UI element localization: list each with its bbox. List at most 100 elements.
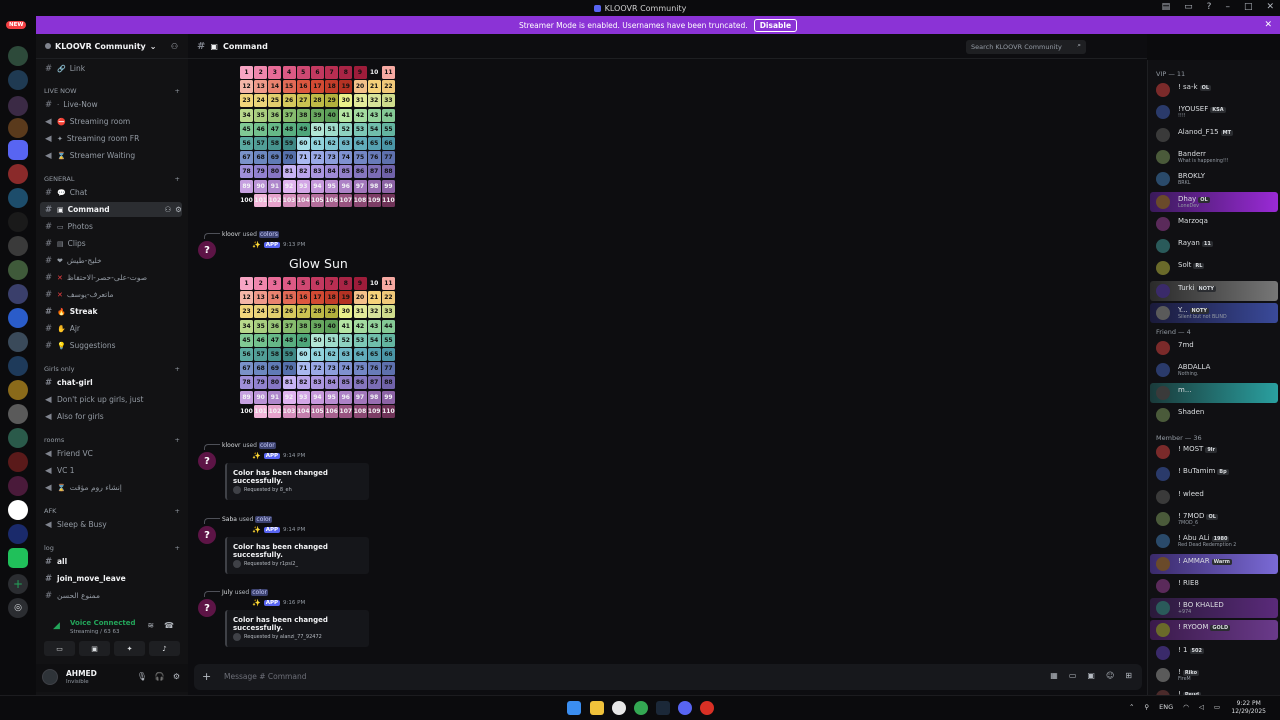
channel-chat[interactable]: # 💬 Chat xyxy=(40,185,182,200)
member-row[interactable]: ! Riko FireM xyxy=(1150,665,1278,685)
apps-icon[interactable]: ⊞ xyxy=(1125,671,1132,680)
avatar[interactable] xyxy=(1156,385,1170,400)
sticker-icon[interactable]: ▣ xyxy=(1087,671,1095,680)
screen-share-button[interactable]: ▣ xyxy=(79,641,110,656)
channel-clips[interactable]: # ▤ Clips xyxy=(40,236,182,251)
category-general[interactable]: GENERAL + xyxy=(44,175,180,183)
inbox-icon[interactable]: ▤ xyxy=(1162,2,1171,12)
channel-link[interactable]: # 🔗 Link xyxy=(40,61,182,76)
activities-button[interactable]: ✦ xyxy=(114,641,145,656)
avatar[interactable] xyxy=(1156,489,1170,504)
noise-suppression-icon[interactable]: ≋ xyxy=(147,621,154,630)
gift-icon[interactable]: ▦ xyxy=(1050,671,1058,680)
channel-streak[interactable]: # 🔥 Streak xyxy=(40,304,182,319)
add-channel-icon[interactable]: + xyxy=(175,365,180,373)
channel-vc1[interactable]: ◀ VC 1 xyxy=(40,463,182,478)
settings-gear-icon[interactable]: ⚙ xyxy=(175,205,182,214)
server-icon[interactable] xyxy=(8,164,28,184)
vip-member-row[interactable]: Banderr What is happening!!! xyxy=(1150,147,1278,167)
disable-streamer-mode-button[interactable]: Disable xyxy=(753,18,798,32)
channel-suggestions[interactable]: # 💡 Suggestions xyxy=(40,338,182,353)
avatar[interactable] xyxy=(1156,83,1170,97)
avatar[interactable] xyxy=(1156,216,1170,231)
member-row[interactable]: ! wleed xyxy=(1150,487,1278,507)
voice-channel-label[interactable]: Streaming / 63 63 xyxy=(70,629,120,635)
maximize-icon[interactable]: □ xyxy=(1244,2,1253,12)
banner-close-icon[interactable]: ✕ xyxy=(1264,20,1272,30)
channel-arabic-3[interactable]: # ✕ ماتعرف-يوسف xyxy=(40,287,182,302)
monitor-icon[interactable]: ▭ xyxy=(1184,2,1193,12)
channel-also-girls[interactable]: ◀ Also for girls xyxy=(40,409,182,424)
category-afk[interactable]: AFK + xyxy=(44,507,180,515)
server-icon[interactable] xyxy=(8,70,28,90)
avatar[interactable] xyxy=(1156,105,1170,120)
file-explorer-icon[interactable] xyxy=(590,701,604,715)
close-window-icon[interactable]: ✕ xyxy=(1266,2,1274,12)
member-row[interactable]: !Peud xyxy=(1150,687,1278,695)
server-icon[interactable] xyxy=(8,428,28,448)
server-icon[interactable] xyxy=(8,212,28,232)
friend-member-row[interactable]: ABDALLA Nothing. xyxy=(1150,360,1278,380)
chrome-icon[interactable] xyxy=(634,701,648,715)
chevron-up-icon[interactable]: ⌃ xyxy=(1129,703,1134,711)
avatar[interactable] xyxy=(1156,283,1170,298)
member-row[interactable]: ! Abu ALi 1980 Red Dead Redemption 2 xyxy=(1150,531,1278,551)
vip-member-row[interactable]: ! sa-k OL xyxy=(1150,80,1278,100)
friend-member-row[interactable]: Shaden xyxy=(1150,405,1278,425)
bot-avatar[interactable]: ? xyxy=(198,599,216,617)
clock[interactable]: 9:22 PM 12/29/2025 xyxy=(1231,700,1266,716)
battery-icon[interactable]: ▭ xyxy=(1214,703,1220,711)
add-channel-icon[interactable]: + xyxy=(175,507,180,515)
vip-member-row[interactable]: Y... NOTY Silent but not BLIND xyxy=(1150,303,1278,323)
avatar[interactable] xyxy=(1156,445,1170,459)
member-row[interactable]: ! 7MOD OL 7MOD_6 xyxy=(1150,509,1278,529)
avatar[interactable] xyxy=(1156,578,1170,593)
bot-avatar[interactable]: ? xyxy=(198,452,216,470)
command-name[interactable]: color xyxy=(255,515,273,523)
network-icon[interactable]: ⚲ xyxy=(1144,703,1149,711)
server-icon[interactable] xyxy=(8,524,28,544)
app-icon[interactable] xyxy=(700,701,714,715)
channel-arabic-2[interactable]: # ✕ صوت-على-حصر-الاحتفاظ xyxy=(40,270,182,285)
command-name[interactable]: color xyxy=(251,588,269,596)
avatar[interactable] xyxy=(1156,149,1170,164)
server-icon[interactable] xyxy=(8,404,28,424)
settings-gear-icon[interactable]: ⚙ xyxy=(173,672,180,681)
channel-dont-pick[interactable]: ◀ Don't pick up girls, just xyxy=(40,392,182,407)
channel-ajr[interactable]: # ✋ Ajr xyxy=(40,321,182,336)
channel-join-move-leave[interactable]: # join_move_leave xyxy=(40,571,182,586)
avatar[interactable] xyxy=(1156,467,1170,482)
language-indicator[interactable]: ENG xyxy=(1159,703,1173,711)
vip-member-row[interactable]: Solt RL xyxy=(1150,258,1278,278)
server-icon[interactable] xyxy=(8,500,28,520)
channel-photos[interactable]: # ▭ Photos xyxy=(40,219,182,234)
command-user[interactable]: July xyxy=(222,589,233,596)
server-icon[interactable] xyxy=(8,452,28,472)
vip-member-row[interactable]: Alanod_F15 MT xyxy=(1150,125,1278,145)
explore-icon[interactable]: ◎ xyxy=(8,598,28,618)
vip-member-row[interactable]: Turki NOTY xyxy=(1150,280,1278,301)
category-girls-only[interactable]: Girls only + xyxy=(44,365,180,373)
add-channel-icon[interactable]: + xyxy=(175,436,180,444)
avatar[interactable] xyxy=(1156,127,1170,142)
user-name[interactable]: AHMED xyxy=(66,669,97,678)
category-log[interactable]: log + xyxy=(44,544,180,552)
avatar[interactable] xyxy=(42,669,58,685)
bot-avatar[interactable]: ? xyxy=(198,526,216,544)
bot-avatar[interactable]: ? xyxy=(198,241,216,259)
search-input[interactable]: Search KLOOVR Community ⌕ xyxy=(966,40,1086,54)
help-icon[interactable]: ? xyxy=(1207,2,1212,12)
avatar[interactable] xyxy=(1156,601,1170,616)
avatar[interactable] xyxy=(1156,645,1170,660)
category-live-now[interactable]: LIVE NOW + xyxy=(44,87,180,95)
discord-icon[interactable] xyxy=(678,701,692,715)
vip-member-row[interactable]: Marzoqa xyxy=(1150,214,1278,234)
channel-forbidden[interactable]: # ممنوع الحسن xyxy=(40,588,182,603)
channel-sleep-busy[interactable]: ◀ Sleep & Busy xyxy=(40,517,182,532)
channel-streaming-room-fr[interactable]: ◀ ✦ Streaming room FR xyxy=(40,131,182,146)
member-row[interactable]: ! RIE8 xyxy=(1150,576,1278,596)
member-row[interactable]: ! MOST 9lr xyxy=(1150,442,1278,462)
camera-button[interactable]: ▭ xyxy=(44,641,75,656)
avatar[interactable] xyxy=(1156,194,1170,209)
add-server-icon[interactable]: + xyxy=(8,574,28,594)
